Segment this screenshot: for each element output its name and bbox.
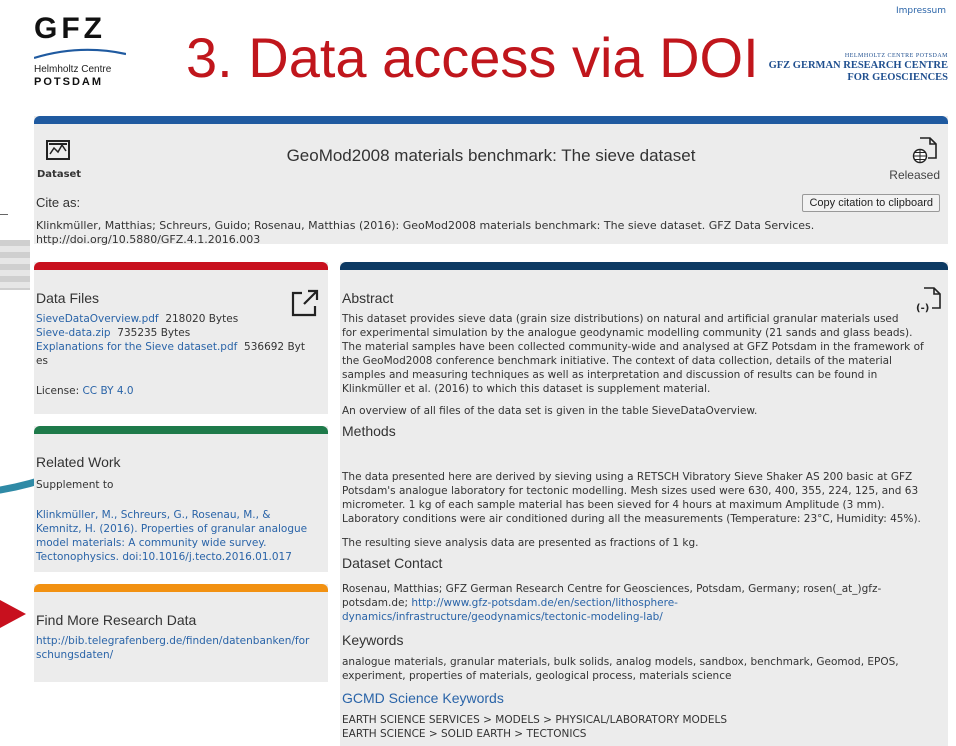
slide-title: 3. Data access via DOI: [186, 26, 759, 89]
abstract-overview: An overview of all files of the data set…: [342, 405, 758, 417]
gfz-logo-text: GFZ: [34, 12, 106, 45]
dataset-panel-bar: [34, 116, 948, 124]
gcmd-line: EARTH SCIENCE > SOLID EARTH > TECTONICS: [342, 728, 587, 740]
file-item: Sieve-data.zip 735235 Bytes: [36, 326, 322, 340]
description-panel: Abstract (-) This dataset provides sieve…: [340, 262, 948, 746]
reference-line: Tectonophysics. doi:10.1016/j.tecto.2016…: [36, 551, 292, 563]
find-more-url: schungsdaten/: [36, 649, 114, 661]
gfz-right-logo-line2: FOR GEOSCIENCES: [847, 72, 948, 83]
related-work-panel: Related Work Supplement to Klinkmüller, …: [34, 426, 328, 572]
related-work-panel-bar: [34, 426, 328, 434]
methods-line: The data presented here are derived by s…: [342, 471, 913, 483]
reference-line: Klinkmüller, M., Schreurs, G., Rosenau, …: [36, 509, 271, 521]
dataset-panel: GeoMod2008 materials benchmark: The siev…: [34, 116, 948, 247]
file-link[interactable]: Sieve-data.zip: [36, 327, 111, 339]
file-size-wrap: es: [36, 355, 48, 367]
abstract-line: The material samples have been collected…: [342, 341, 924, 353]
file-size: 218020 Bytes: [165, 313, 239, 325]
cite-as-label: Cite as:: [36, 195, 81, 210]
methods-line: Laboratory conditions were air condition…: [342, 513, 921, 525]
copy-citation-button[interactable]: Copy citation to clipboard: [802, 194, 940, 212]
contact-line: potsdam.de; http://www.gfz-potsdam.de/en…: [342, 596, 946, 610]
file-item: SieveDataOverview.pdf 218020 Bytes: [36, 312, 322, 326]
gfz-logo-line1: Helmholtz Centre: [34, 64, 112, 75]
description-panel-bar: [340, 262, 948, 270]
file-size: 735235 Bytes: [117, 327, 191, 339]
citation-doi: http://doi.org/10.5880/GFZ.4.1.2016.003: [36, 233, 261, 246]
slide-decoration-stripes: [0, 240, 30, 290]
keywords-line: experiment, properties of materials, geo…: [342, 670, 732, 682]
file-link[interactable]: SieveDataOverview.pdf: [36, 313, 159, 325]
file-size: 536692 Byt: [244, 341, 305, 353]
methods-heading: Methods: [342, 423, 396, 439]
license-link[interactable]: CC BY 4.0: [82, 385, 133, 397]
abstract-heading: Abstract: [342, 290, 394, 306]
contact-heading: Dataset Contact: [342, 555, 443, 571]
related-reference[interactable]: Klinkmüller, M., Schreurs, G., Rosenau, …: [36, 508, 326, 564]
document-icon[interactable]: (-): [916, 286, 942, 314]
impressum-link[interactable]: Impressum: [896, 6, 946, 16]
slide-decoration-line: [0, 214, 8, 215]
contact-link[interactable]: http://www.gfz-potsdam.de/en/section/lit…: [411, 597, 678, 609]
data-files-panel-bar: [34, 262, 328, 270]
gfz-right-logo-small: HELMHOLTZ CENTRE POTSDAM: [844, 53, 948, 59]
slide-red-arrow: [0, 600, 26, 628]
find-more-url: http://bib.telegrafenberg.de/finden/date…: [36, 635, 310, 647]
file-list: SieveDataOverview.pdf 218020 Bytes Sieve…: [36, 312, 322, 368]
gcmd-heading: GCMD Science Keywords: [342, 690, 504, 706]
abstract-line: for experimental simulation by the analo…: [342, 327, 913, 339]
reference-line: model materials: A community wide survey…: [36, 537, 267, 549]
methods-line: Potsdam's analogue laboratory for tecton…: [342, 485, 919, 497]
gfz-logo-line2: POTSDAM: [34, 76, 103, 88]
methods-line: micrometer. 1 kg of each sample material…: [342, 499, 885, 511]
abstract-line: Klinkmüller et al. (2016) to which this …: [342, 383, 711, 395]
file-item: Explanations for the Sieve dataset.pdf 5…: [36, 340, 322, 354]
data-files-heading: Data Files: [36, 290, 100, 306]
dataset-title: GeoMod2008 materials benchmark: The siev…: [286, 146, 696, 165]
gcmd-text: EARTH SCIENCE SERVICES > MODELS > PHYSIC…: [342, 713, 946, 741]
file-link[interactable]: Explanations for the Sieve dataset.pdf: [36, 341, 237, 353]
contact-line: Rosenau, Matthias; GFZ German Research C…: [342, 583, 882, 595]
related-work-heading: Related Work: [36, 454, 121, 470]
find-more-panel-bar: [34, 584, 328, 592]
relation-type: Supplement to: [36, 479, 114, 491]
find-more-link[interactable]: http://bib.telegrafenberg.de/finden/date…: [36, 634, 326, 662]
license: License: CC BY 4.0: [36, 384, 134, 398]
data-files-panel: Data Files SieveDataOverview.pdf 218020 …: [34, 262, 328, 414]
abstract-line: the GeoMod2008 conference benchmark init…: [342, 355, 892, 367]
find-more-heading: Find More Research Data: [36, 612, 197, 628]
methods-result: The resulting sieve analysis data are pr…: [342, 537, 699, 549]
keywords-line: analogue materials, granular materials, …: [342, 656, 899, 668]
keywords-text: analogue materials, granular materials, …: [342, 655, 946, 683]
dataset-status: Released: [889, 168, 940, 182]
gfz-right-logo: HELMHOLTZ CENTRE POTSDAM GFZ GERMAN RESE…: [769, 52, 948, 84]
globe-document-icon[interactable]: [912, 136, 938, 164]
license-label: License:: [36, 385, 80, 397]
find-more-panel: Find More Research Data http://bib.teleg…: [34, 584, 328, 682]
abstract-text: This dataset provides sieve data (grain …: [342, 312, 946, 396]
reference-line: Kemnitz, H. (2016). Properties of granul…: [36, 523, 308, 535]
abstract-line: This dataset provides sieve data (grain …: [342, 313, 899, 325]
methods-text: The data presented here are derived by s…: [342, 470, 946, 526]
contact-link[interactable]: dynamics/infrastructure/geodynamics/tect…: [342, 611, 663, 623]
gcmd-line: EARTH SCIENCE SERVICES > MODELS > PHYSIC…: [342, 714, 728, 726]
contact-line: dynamics/infrastructure/geodynamics/tect…: [342, 610, 946, 624]
contact-text: Rosenau, Matthias; GFZ German Research C…: [342, 582, 946, 624]
abstract-line: samples and measuring techniques as well…: [342, 369, 878, 381]
gfz-logo: GFZ Helmholtz Centre POTSDAM: [33, 12, 134, 89]
keywords-heading: Keywords: [342, 632, 404, 648]
citation-text: Klinkmüller, Matthias; Schreurs, Guido; …: [36, 219, 936, 247]
gfz-right-logo-line1: GFZ GERMAN RESEARCH CENTRE: [768, 60, 948, 71]
dataset-type-label: Dataset: [37, 169, 82, 180]
citation-line: Klinkmüller, Matthias; Schreurs, Guido; …: [36, 219, 815, 232]
contact-email-tail: potsdam.de;: [342, 597, 409, 609]
gfz-logo-arc: [33, 48, 127, 60]
